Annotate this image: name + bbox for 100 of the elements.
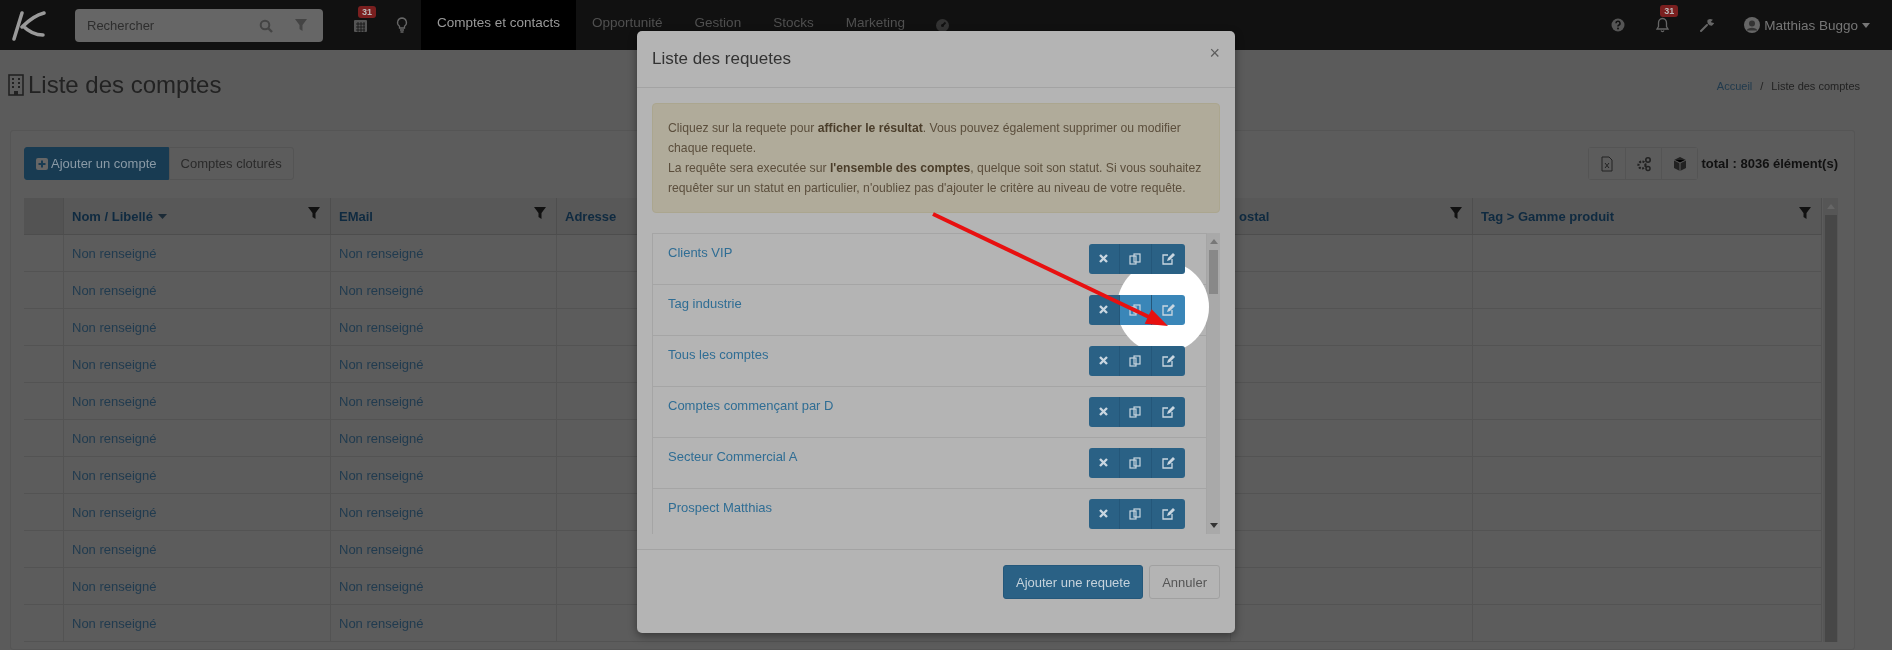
- copy-button[interactable]: [1119, 397, 1151, 427]
- close-icon: [1097, 457, 1111, 469]
- table-cell-link[interactable]: Non renseigné: [72, 541, 157, 557]
- total-count: total : 8036 élément(s): [1701, 156, 1838, 171]
- table-cell-link[interactable]: Non renseigné: [339, 245, 424, 261]
- nav-tab[interactable]: Opportunité: [576, 0, 679, 50]
- bell-icon[interactable]: [1655, 17, 1671, 33]
- table-cell-link[interactable]: Non renseigné: [339, 504, 424, 520]
- query-link[interactable]: Secteur Commercial A: [668, 449, 1089, 464]
- copy-button[interactable]: [1119, 448, 1151, 478]
- plus-square-icon: [36, 157, 48, 170]
- table-cell-link[interactable]: Non renseigné: [339, 282, 424, 298]
- query-link[interactable]: Prospect Matthias: [668, 500, 1089, 515]
- copy-icon: [1129, 508, 1142, 520]
- user-name: Matthias Buggo: [1764, 17, 1858, 33]
- building-icon: [8, 74, 24, 96]
- query-link[interactable]: Clients VIP: [668, 245, 1089, 260]
- copy-icon: [1129, 253, 1142, 265]
- close-icon: [1097, 355, 1111, 367]
- delete-button[interactable]: [1089, 346, 1119, 376]
- filter-icon[interactable]: [1799, 207, 1811, 219]
- close-icon: [1097, 508, 1111, 520]
- table-cell-link[interactable]: Non renseigné: [72, 504, 157, 520]
- table-cell-link[interactable]: Non renseigné: [72, 615, 157, 631]
- column-header[interactable]: EMail: [331, 198, 557, 235]
- edit-icon: [1162, 457, 1175, 469]
- edit-button[interactable]: [1151, 397, 1185, 427]
- edit-button[interactable]: [1151, 499, 1185, 529]
- table-cell-link[interactable]: Non renseigné: [72, 245, 157, 261]
- page-title: Liste des comptes: [28, 71, 222, 99]
- scrollbar-thumb[interactable]: [1209, 250, 1218, 294]
- add-query-button[interactable]: Ajouter une requete: [1003, 565, 1144, 599]
- delete-button[interactable]: [1089, 244, 1119, 274]
- table-cell-link[interactable]: Non renseigné: [339, 393, 424, 409]
- copy-icon: [1129, 355, 1142, 367]
- edit-icon: [1162, 355, 1175, 367]
- query-link[interactable]: Comptes commençant par D: [668, 398, 1089, 413]
- nav-tab[interactable]: Comptes et contacts: [421, 0, 577, 50]
- dialog-title: Liste des requetes: [652, 49, 792, 69]
- delete-button[interactable]: [1089, 448, 1119, 478]
- filter-icon[interactable]: [1450, 207, 1462, 219]
- user-menu[interactable]: Matthias Buggo: [1744, 17, 1870, 33]
- copy-icon: [1129, 304, 1142, 316]
- table-cell-link[interactable]: Non renseigné: [72, 578, 157, 594]
- table-cell-link[interactable]: Non renseigné: [339, 430, 424, 446]
- edit-button[interactable]: [1151, 448, 1185, 478]
- close-icon: [1097, 304, 1111, 316]
- notification-badge: 31: [1660, 5, 1679, 17]
- lightbulb-icon[interactable]: [396, 17, 408, 33]
- table-cell-link[interactable]: Non renseigné: [72, 393, 157, 409]
- search-field[interactable]: Rechercher: [75, 8, 323, 42]
- table-cell-link[interactable]: Non renseigné: [339, 615, 424, 631]
- cancel-button[interactable]: Annuler: [1149, 565, 1220, 599]
- table-cell-link[interactable]: Non renseigné: [72, 282, 157, 298]
- edit-icon: [1162, 304, 1175, 316]
- table-cell-link[interactable]: Non renseigné: [339, 578, 424, 594]
- sort-caret-icon: [157, 213, 167, 219]
- edit-icon: [1162, 508, 1175, 520]
- edit-button[interactable]: [1151, 346, 1185, 376]
- table-cell-link[interactable]: Non renseigné: [72, 430, 157, 446]
- excel-file-icon: [1599, 155, 1615, 172]
- table-cell-link[interactable]: Non renseigné: [72, 356, 157, 372]
- logo-icon: [10, 9, 46, 41]
- search-icon: [259, 18, 273, 33]
- copy-button[interactable]: [1119, 346, 1151, 376]
- breadcrumb-link[interactable]: Accueil: [1716, 80, 1753, 92]
- table-cell-link[interactable]: Non renseigné: [339, 319, 424, 335]
- add-account-button[interactable]: Ajouter un compte: [24, 147, 169, 180]
- info-text: La requête sera executée sur l'ensemble des comptes, quelque soit son statut. Si vous souhaitez requêter sur un statut en particulier, n'oubliez pas d'ajouter le critère au niveau de votre requête.: [668, 160, 1203, 197]
- table-cell-link[interactable]: Non renseigné: [72, 467, 157, 483]
- copy-icon: [1129, 457, 1142, 469]
- breadcrumb-current: Liste des comptes: [1771, 80, 1860, 92]
- close-icon: [1097, 406, 1111, 418]
- filter-icon: [295, 18, 307, 31]
- cube-button[interactable]: [1661, 148, 1698, 179]
- filter-icon[interactable]: [534, 207, 546, 219]
- scroll-up-icon: [1209, 239, 1218, 244]
- caret-icon: [1862, 22, 1870, 28]
- cube-icon: [1672, 155, 1688, 172]
- help-icon[interactable]: [1611, 18, 1626, 32]
- delete-button[interactable]: [1089, 295, 1119, 325]
- filter-icon[interactable]: [308, 207, 320, 219]
- column-header[interactable]: Tag > Gamme produit: [1473, 198, 1822, 235]
- column-header[interactable]: Nom / Libellé: [64, 198, 331, 235]
- wrench-icon[interactable]: [1699, 17, 1715, 33]
- dashboard-icon[interactable]: [934, 17, 950, 33]
- copy-button[interactable]: [1119, 499, 1151, 529]
- delete-button[interactable]: [1089, 499, 1119, 529]
- edit-button[interactable]: [1151, 244, 1185, 274]
- close-button[interactable]: ×: [1209, 42, 1220, 64]
- close-icon: [1097, 253, 1111, 265]
- query-link[interactable]: Tag industrie: [668, 296, 1089, 311]
- query-link[interactable]: Tous les comptes: [668, 347, 1089, 362]
- table-cell-link[interactable]: Non renseigné: [339, 541, 424, 557]
- table-cell-link[interactable]: Non renseigné: [72, 319, 157, 335]
- table-cell-link[interactable]: Non renseigné: [339, 467, 424, 483]
- copy-button[interactable]: [1119, 244, 1151, 274]
- calendar-icon[interactable]: [353, 17, 368, 33]
- table-cell-link[interactable]: Non renseigné: [339, 356, 424, 372]
- delete-button[interactable]: [1089, 397, 1119, 427]
